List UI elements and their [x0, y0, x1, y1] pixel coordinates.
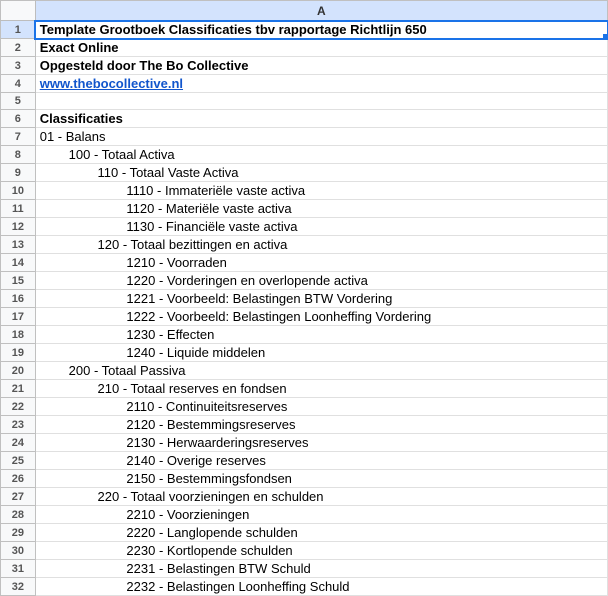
cell-text: 110 - Totaal Vaste Activa [98, 165, 239, 180]
cell-text: 2140 - Overige reserves [126, 453, 265, 468]
column-header-a[interactable]: A [35, 1, 607, 21]
cell[interactable] [35, 93, 607, 110]
row-header[interactable]: 27 [1, 488, 36, 506]
row-header[interactable]: 8 [1, 146, 36, 164]
row-header[interactable]: 2 [1, 39, 36, 57]
cell-text: 2230 - Kortlopende schulden [126, 543, 292, 558]
row-header[interactable]: 7 [1, 128, 36, 146]
cell-text: Classificaties [40, 111, 123, 126]
cell-text: 2130 - Herwaarderingsreserves [126, 435, 308, 450]
spreadsheet-grid[interactable]: A 1 Template Grootboek Classificaties tbv… [0, 0, 608, 596]
cell[interactable]: 2110 - Continuiteitsreserves [35, 398, 607, 416]
row-header[interactable]: 26 [1, 470, 36, 488]
row-header[interactable]: 11 [1, 200, 36, 218]
cell-text: 01 - Balans [40, 129, 106, 144]
row-header[interactable]: 20 [1, 362, 36, 380]
cell[interactable]: 1240 - Liquide middelen [35, 344, 607, 362]
row-header[interactable]: 9 [1, 164, 36, 182]
cell-link[interactable]: www.thebocollective.nl [40, 76, 183, 91]
row-header[interactable]: 28 [1, 506, 36, 524]
cell[interactable]: 210 - Totaal reserves en fondsen [35, 380, 607, 398]
cell-text: Exact Online [40, 40, 119, 55]
cell[interactable]: 2230 - Kortlopende schulden [35, 542, 607, 560]
row-header[interactable]: 23 [1, 416, 36, 434]
cell-text: 2220 - Langlopende schulden [126, 525, 297, 540]
cell[interactable]: www.thebocollective.nl [35, 75, 607, 93]
cell-text: 1130 - Financiële vaste activa [126, 219, 297, 234]
row-header[interactable]: 3 [1, 57, 36, 75]
cell[interactable]: 220 - Totaal voorzieningen en schulden [35, 488, 607, 506]
row-header[interactable]: 1 [1, 21, 36, 39]
cell-text: 1110 - Immateriële vaste activa [126, 183, 305, 198]
cell-text: 2110 - Continuiteitsreserves [126, 399, 287, 414]
cell[interactable]: Exact Online [35, 39, 607, 57]
cell[interactable]: 2210 - Voorzieningen [35, 506, 607, 524]
row-header[interactable]: 18 [1, 326, 36, 344]
cell[interactable]: Classificaties [35, 110, 607, 128]
row-header[interactable]: 15 [1, 272, 36, 290]
row-header[interactable]: 32 [1, 578, 36, 596]
cell[interactable]: 1110 - Immateriële vaste activa [35, 182, 607, 200]
row-header[interactable]: 19 [1, 344, 36, 362]
cell[interactable]: 2140 - Overige reserves [35, 452, 607, 470]
cell[interactable]: 2220 - Langlopende schulden [35, 524, 607, 542]
row-header[interactable]: 17 [1, 308, 36, 326]
cell-text: 1210 - Voorraden [126, 255, 226, 270]
cell[interactable]: 1221 - Voorbeeld: Belastingen BTW Vorder… [35, 290, 607, 308]
cell[interactable]: 2232 - Belastingen Loonheffing Schuld [35, 578, 607, 596]
cell[interactable]: 100 - Totaal Activa [35, 146, 607, 164]
cell-text: 2150 - Bestemmingsfondsen [126, 471, 291, 486]
select-all-corner[interactable] [1, 1, 36, 21]
cell-text: Template Grootboek Classificaties tbv ra… [40, 22, 427, 37]
cell[interactable]: 110 - Totaal Vaste Activa [35, 164, 607, 182]
cell-text: 210 - Totaal reserves en fondsen [98, 381, 287, 396]
cell[interactable]: 1210 - Voorraden [35, 254, 607, 272]
cell-text: 1222 - Voorbeeld: Belastingen Loonheffin… [126, 309, 431, 324]
cell[interactable]: 1120 - Materiële vaste activa [35, 200, 607, 218]
cell[interactable]: 1220 - Vorderingen en overlopende activa [35, 272, 607, 290]
cell-text: 200 - Totaal Passiva [69, 363, 186, 378]
cell[interactable]: Opgesteld door The Bo Collective [35, 57, 607, 75]
cell-text: 1220 - Vorderingen en overlopende activa [126, 273, 367, 288]
cell-text: 1120 - Materiële vaste activa [126, 201, 291, 216]
cell-text: 100 - Totaal Activa [69, 147, 175, 162]
row-header[interactable]: 5 [1, 93, 36, 110]
cell[interactable]: 1230 - Effecten [35, 326, 607, 344]
row-header[interactable]: 14 [1, 254, 36, 272]
row-header[interactable]: 6 [1, 110, 36, 128]
cell[interactable]: 2150 - Bestemmingsfondsen [35, 470, 607, 488]
cell-text: 1230 - Effecten [126, 327, 214, 342]
cell[interactable]: 1130 - Financiële vaste activa [35, 218, 607, 236]
row-header[interactable]: 4 [1, 75, 36, 93]
cell[interactable]: 2231 - Belastingen BTW Schuld [35, 560, 607, 578]
cell[interactable]: Template Grootboek Classificaties tbv ra… [35, 21, 607, 39]
cell-text: 2120 - Bestemmingsreserves [126, 417, 295, 432]
cell[interactable]: 01 - Balans [35, 128, 607, 146]
row-header[interactable]: 13 [1, 236, 36, 254]
row-header[interactable]: 29 [1, 524, 36, 542]
cell-text: 120 - Totaal bezittingen en activa [98, 237, 288, 252]
cell[interactable]: 2120 - Bestemmingsreserves [35, 416, 607, 434]
cell-text: Opgesteld door The Bo Collective [40, 58, 249, 73]
row-header[interactable]: 22 [1, 398, 36, 416]
row-header[interactable]: 10 [1, 182, 36, 200]
row-header[interactable]: 31 [1, 560, 36, 578]
cell-text: 2232 - Belastingen Loonheffing Schuld [126, 579, 349, 594]
cell-text: 2231 - Belastingen BTW Schuld [126, 561, 310, 576]
cell[interactable]: 200 - Totaal Passiva [35, 362, 607, 380]
row-header[interactable]: 30 [1, 542, 36, 560]
cell-text: 220 - Totaal voorzieningen en schulden [98, 489, 324, 504]
cell-text: 1221 - Voorbeeld: Belastingen BTW Vorder… [126, 291, 392, 306]
cell-text: 2210 - Voorzieningen [126, 507, 249, 522]
cell[interactable]: 2130 - Herwaarderingsreserves [35, 434, 607, 452]
cell[interactable]: 1222 - Voorbeeld: Belastingen Loonheffin… [35, 308, 607, 326]
row-header[interactable]: 16 [1, 290, 36, 308]
cell[interactable]: 120 - Totaal bezittingen en activa [35, 236, 607, 254]
cell-text: 1240 - Liquide middelen [126, 345, 265, 360]
row-header[interactable]: 25 [1, 452, 36, 470]
row-header[interactable]: 21 [1, 380, 36, 398]
row-header[interactable]: 12 [1, 218, 36, 236]
row-header[interactable]: 24 [1, 434, 36, 452]
